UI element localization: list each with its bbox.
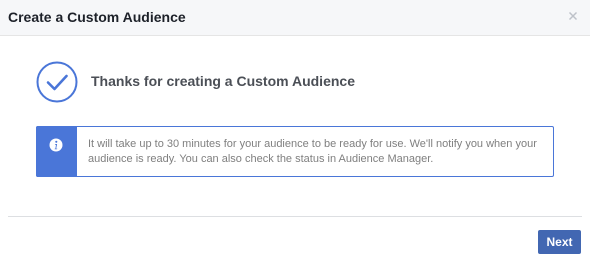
create-custom-audience-dialog: Create a Custom Audience Thanks for crea… [0,0,590,264]
success-message: Thanks for creating a Custom Audience [91,73,355,89]
info-text: It will take up to 30 minutes for your a… [88,138,537,165]
next-button[interactable]: Next [538,230,581,254]
close-icon[interactable] [565,8,581,24]
info-icon-column [36,126,77,177]
info-notice: It will take up to 30 minutes for your a… [36,126,554,177]
dialog-title: Create a Custom Audience [8,9,186,25]
info-icon [49,138,63,152]
footer-divider [8,216,582,217]
dialog-header: Create a Custom Audience [0,0,590,36]
checkmark-circle-icon [36,61,78,103]
